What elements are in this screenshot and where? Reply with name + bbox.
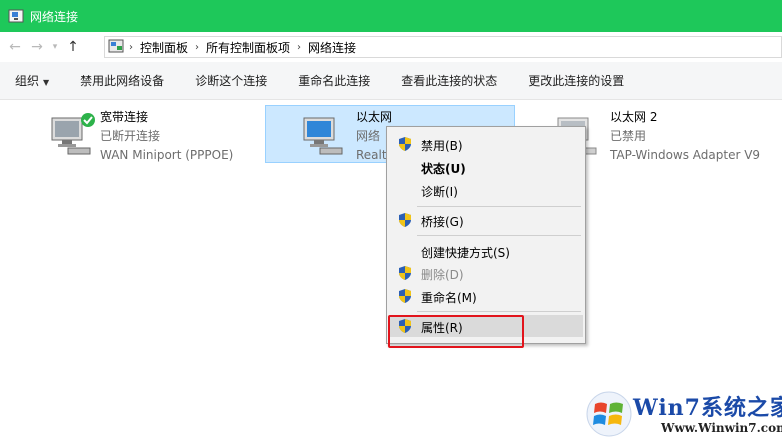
navigation-bar: ← → ▾ ↑ › 控制面板 › 所有控制面板项 › 网络连接 [0, 32, 782, 62]
menu-item-diagnose[interactable]: 诊断(I) [389, 179, 583, 201]
disable-device-button[interactable]: 禁用此网络设备 [80, 72, 164, 89]
menu-separator [417, 311, 581, 312]
connection-device: WAN Miniport (PPPOE) [100, 148, 234, 162]
uac-shield-icon [399, 137, 411, 151]
menu-item-rename[interactable]: 重命名(M) [389, 285, 583, 307]
address-bar[interactable]: › 控制面板 › 所有控制面板项 › 网络连接 [104, 36, 782, 58]
menu-item-status[interactable]: 状态(U) [389, 156, 583, 178]
connection-item-ethernet-2[interactable]: 以太网 2 已禁用 TAP-Windows Adapter V9 [556, 106, 778, 164]
network-adapter-icon [303, 117, 343, 155]
title-bar: 网络连接 [0, 0, 782, 32]
windows-logo-icon [586, 391, 632, 437]
connection-status: 已断开连接 [100, 129, 161, 143]
watermark-url: Www.Winwin7.com [661, 421, 782, 435]
breadcrumb-network-connections[interactable]: 网络连接 [304, 39, 360, 56]
breadcrumb-separator-icon[interactable]: › [294, 42, 304, 53]
menu-item-disable[interactable]: 禁用(B) [389, 133, 583, 155]
menu-item-delete: 删除(D) [389, 262, 583, 284]
recent-locations-chevron-icon[interactable]: ▾ [48, 36, 62, 58]
connection-item-broadband[interactable]: 宽带连接 已断开连接 WAN Miniport (PPPOE) [50, 106, 260, 164]
change-settings-button[interactable]: 更改此连接的设置 [528, 72, 624, 89]
network-folder-icon [8, 9, 24, 23]
organize-menu[interactable]: 组织 ▼ [15, 72, 49, 89]
watermark-logo: Win7系统之家 Www.Winwin7.com [583, 384, 782, 441]
menu-item-label: 删除(D) [421, 268, 464, 282]
organize-label: 组织 [15, 74, 40, 88]
command-bar: 组织 ▼ 禁用此网络设备 诊断这个连接 重命名此连接 查看此连接的状态 更改此连接… [0, 62, 782, 100]
breadcrumb-all-items[interactable]: 所有控制面板项 [202, 39, 294, 56]
connection-status: 已禁用 [610, 129, 647, 143]
context-menu: 禁用(B) 状态(U) 诊断(I) 桥接(G) 创建快捷方式(S) 删除(D) … [386, 126, 586, 344]
menu-item-label: 创建快捷方式(S) [421, 246, 510, 260]
menu-separator [417, 206, 581, 207]
menu-item-label: 状态(U) [421, 162, 466, 176]
connection-name: 以太网 [356, 110, 393, 124]
breadcrumb-separator-icon[interactable]: › [126, 42, 136, 53]
menu-item-bridge[interactable]: 桥接(G) [389, 209, 583, 231]
breadcrumb-control-panel[interactable]: 控制面板 [136, 39, 192, 56]
menu-item-label: 重命名(M) [421, 291, 477, 305]
connection-device: TAP-Windows Adapter V9 [610, 148, 761, 162]
up-arrow-icon[interactable]: ↑ [62, 36, 84, 58]
menu-item-label: 诊断(I) [421, 185, 458, 199]
menu-item-create-shortcut[interactable]: 创建快捷方式(S) [389, 240, 583, 262]
watermark-brand: Win7系统之家 [633, 395, 782, 421]
control-panel-icon [108, 39, 124, 53]
view-status-button[interactable]: 查看此连接的状态 [401, 72, 497, 89]
diagnose-button[interactable]: 诊断这个连接 [195, 72, 267, 89]
breadcrumb-separator-icon[interactable]: › [192, 42, 202, 53]
network-adapter-icon [51, 113, 95, 155]
uac-shield-icon [399, 266, 411, 280]
dropdown-arrow-icon: ▼ [43, 78, 50, 87]
uac-shield-icon [399, 289, 411, 303]
menu-item-label: 桥接(G) [421, 215, 464, 229]
rename-button[interactable]: 重命名此连接 [298, 72, 370, 89]
back-arrow-icon[interactable]: ← [4, 36, 26, 58]
uac-shield-icon [399, 213, 411, 227]
menu-item-label: 禁用(B) [421, 139, 463, 153]
window-title: 网络连接 [30, 9, 79, 24]
connection-name: 宽带连接 [100, 110, 149, 124]
connection-name: 以太网 2 [610, 110, 658, 124]
annotation-highlight-box [388, 315, 524, 348]
menu-separator [417, 235, 581, 236]
forward-arrow-icon[interactable]: → [26, 36, 48, 58]
